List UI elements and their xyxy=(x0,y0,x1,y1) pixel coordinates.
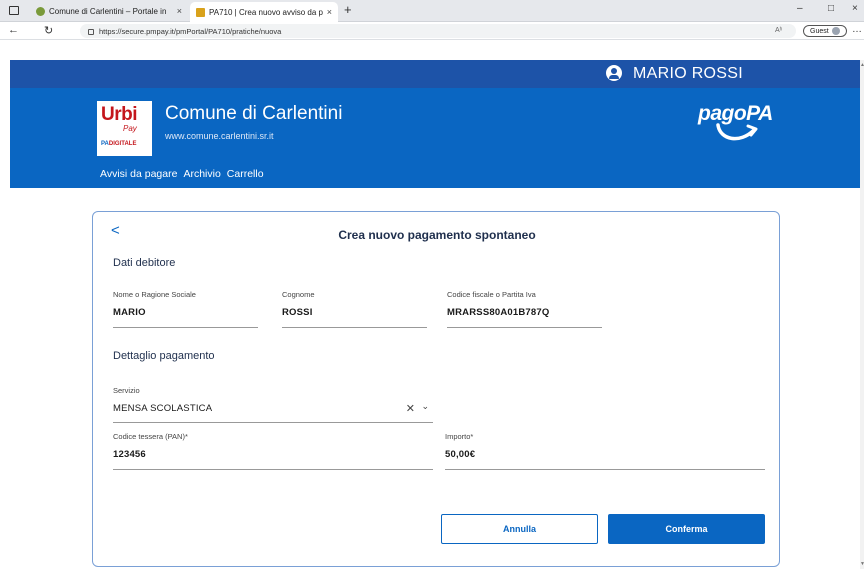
close-window-button[interactable]: × xyxy=(852,3,858,14)
nome-label: Nome o Ragione Sociale xyxy=(113,290,196,299)
codice-fiscale-field[interactable]: Codice fiscale o Partita Iva MRARSS80A01… xyxy=(447,290,602,328)
nav-archivio[interactable]: Archivio xyxy=(183,168,220,180)
logo-pay: Pay xyxy=(123,124,137,133)
importo-value: 50,00€ xyxy=(445,449,476,460)
browser-tab-bar: Comune di Carlentini – Portale in × PA71… xyxy=(0,0,864,22)
codice-tessera-value: 123456 xyxy=(113,449,146,460)
scroll-up-icon[interactable]: ▲ xyxy=(860,62,864,68)
importo-field[interactable]: Importo* 50,00€ xyxy=(445,432,765,470)
cognome-field[interactable]: Cognome ROSSI xyxy=(282,290,427,328)
browser-tab-comune[interactable]: Comune di Carlentini – Portale in × xyxy=(30,0,188,22)
nome-value: MARIO xyxy=(113,307,146,318)
form-title: Crea nuovo pagamento spontaneo xyxy=(338,228,536,242)
servizio-label: Servizio xyxy=(113,386,140,395)
urbi-logo: Urbi Pay PADIGITALE xyxy=(97,101,152,156)
profile-button[interactable]: Guest xyxy=(803,25,847,37)
user-name[interactable]: MARIO ROSSI xyxy=(633,65,743,83)
tab-title: Comune di Carlentini – Portale in xyxy=(49,6,167,16)
comune-url: www.comune.carlentini.sr.it xyxy=(165,131,274,141)
chevron-down-icon[interactable]: ⌄ xyxy=(421,401,429,412)
main-nav: Avvisi da pagare Archivio Carrello xyxy=(100,168,264,180)
maximize-button[interactable]: □ xyxy=(828,3,834,14)
field-underline xyxy=(113,327,258,328)
close-tab-icon[interactable]: × xyxy=(327,7,332,17)
close-tab-icon[interactable]: × xyxy=(177,6,182,16)
lock-icon xyxy=(88,29,94,35)
more-menu-icon[interactable]: … xyxy=(852,24,862,35)
browser-address-bar: ← ↻ https://secure.pmpay.it/pmPortal/PA7… xyxy=(0,22,864,40)
payment-form-card: < Crea nuovo pagamento spontaneo Dati de… xyxy=(92,211,780,567)
user-icon xyxy=(606,65,622,81)
logo-pa: PA xyxy=(101,141,109,147)
codice-fiscale-value: MRARSS80A01B787Q xyxy=(447,307,550,318)
site-header: Urbi Pay PADIGITALE Comune di Carlentini… xyxy=(10,88,860,188)
servizio-value: MENSA SCOLASTICA xyxy=(113,403,213,414)
read-aloud-icon[interactable]: Aʰ xyxy=(775,27,782,34)
url-field[interactable]: https://secure.pmpay.it/pmPortal/PA710/p… xyxy=(80,24,796,38)
page-scrollbar[interactable]: ▲ ▼ xyxy=(860,60,864,569)
conferma-button[interactable]: Conferma xyxy=(608,514,765,544)
annulla-button[interactable]: Annulla xyxy=(441,514,598,544)
window-icon[interactable] xyxy=(9,6,19,15)
scroll-down-icon[interactable]: ▼ xyxy=(860,561,864,567)
field-underline xyxy=(282,327,427,328)
browser-tab-pa710[interactable]: PA710 | Crea nuovo avviso da pag × xyxy=(190,2,338,22)
minimize-button[interactable]: – xyxy=(797,3,803,14)
nome-field[interactable]: Nome o Ragione Sociale MARIO xyxy=(113,290,258,328)
codice-tessera-label: Codice tessera (PAN)* xyxy=(113,432,188,441)
field-underline xyxy=(113,422,433,423)
profile-label: Guest xyxy=(810,27,829,35)
section-dati-debitore: Dati debitore xyxy=(113,257,176,269)
nav-avvisi-da-pagare[interactable]: Avvisi da pagare xyxy=(100,168,177,180)
logo-urbi: Urbi xyxy=(101,104,138,125)
logo-digitale: DIGITALE xyxy=(108,141,137,147)
codice-fiscale-label: Codice fiscale o Partita Iva xyxy=(447,290,536,299)
nav-carrello[interactable]: Carrello xyxy=(227,168,264,180)
back-arrow-icon[interactable]: ← xyxy=(8,24,19,36)
comune-title: Comune di Carlentini xyxy=(165,103,343,124)
field-underline xyxy=(447,327,602,328)
codice-tessera-field[interactable]: Codice tessera (PAN)* 123456 xyxy=(113,432,433,470)
importo-label: Importo* xyxy=(445,432,474,441)
comune-favicon-icon xyxy=(36,6,45,16)
refresh-icon[interactable]: ↻ xyxy=(44,24,53,37)
tab-title: PA710 | Crea nuovo avviso da pag xyxy=(209,7,323,17)
logo-padigitale: PADIGITALE xyxy=(101,141,136,147)
cognome-value: ROSSI xyxy=(282,307,313,318)
field-underline xyxy=(113,469,433,470)
clear-selection-icon[interactable]: ✕ xyxy=(406,402,415,415)
cognome-label: Cognome xyxy=(282,290,315,299)
servizio-select[interactable]: Servizio MENSA SCOLASTICA ✕ ⌄ xyxy=(113,386,433,423)
pagopa-swoosh-icon xyxy=(716,123,758,141)
pagopa-logo: pagoPA xyxy=(698,102,782,150)
pa710-favicon-icon xyxy=(196,7,205,17)
field-underline xyxy=(445,469,765,470)
new-tab-button[interactable]: + xyxy=(344,2,352,17)
guest-avatar-icon xyxy=(831,27,840,35)
user-bar: MARIO ROSSI xyxy=(10,60,860,88)
section-dettaglio-pagamento: Dettaglio pagamento xyxy=(113,350,215,362)
url-text: https://secure.pmpay.it/pmPortal/PA710/p… xyxy=(99,26,282,36)
